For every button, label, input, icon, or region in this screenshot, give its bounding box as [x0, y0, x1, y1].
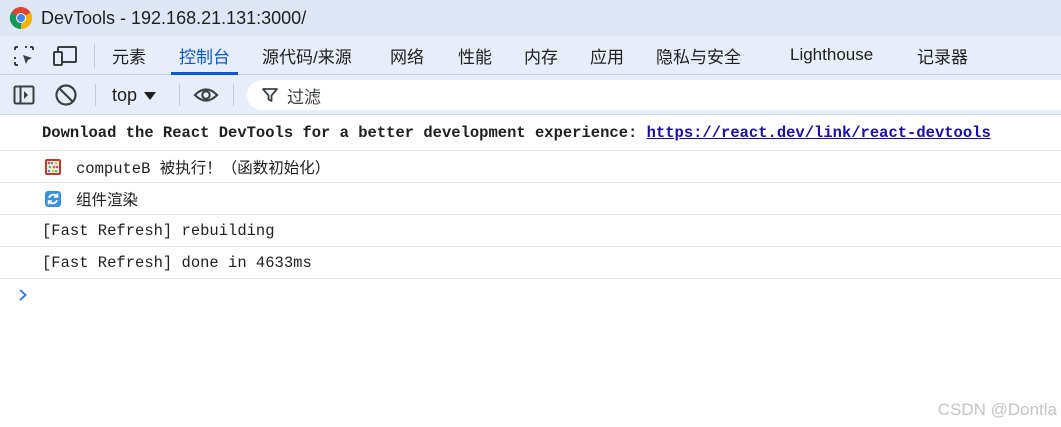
toolbar-divider — [94, 44, 95, 68]
console-message-text: computeB 被执行！（函数初始化） — [76, 159, 331, 178]
refresh-emoji-icon — [45, 190, 61, 207]
console-message-text: [Fast Refresh] rebuilding — [42, 221, 275, 240]
filter-funnel-icon — [262, 88, 278, 102]
window-title: DevTools - 192.168.21.131:3000/ — [41, 7, 307, 28]
console-message: [Fast Refresh] done in 4633ms — [0, 247, 1061, 279]
tab-privacy-security[interactable]: 隐私与安全 — [656, 36, 741, 74]
filter-input[interactable]: 过滤 — [247, 80, 1061, 110]
chrome-logo-icon — [9, 6, 33, 29]
sidebar-toggle-icon[interactable] — [11, 83, 37, 107]
console-message: Download the React DevTools for a better… — [0, 116, 1061, 151]
inspect-element-icon[interactable] — [11, 44, 37, 68]
tab-console[interactable]: 控制台 — [171, 36, 238, 75]
tab-sources[interactable]: 源代码/来源 — [262, 36, 352, 74]
clear-console-icon[interactable] — [53, 83, 79, 107]
console-message-text: Download the React DevTools for a better… — [42, 124, 991, 142]
abacus-emoji-icon — [45, 158, 61, 175]
tab-lighthouse[interactable]: Lighthouse — [790, 36, 873, 74]
toolbar-divider — [95, 84, 96, 106]
console-messages: Download the React DevTools for a better… — [0, 116, 1061, 301]
console-message: [Fast Refresh] rebuilding — [0, 215, 1061, 247]
devtools-tab-bar: 元素 控制台 源代码/来源 网络 性能 内存 应用 隐私与安全 Lighthou… — [0, 36, 1061, 75]
tab-application[interactable]: 应用 — [590, 36, 624, 74]
tab-performance[interactable]: 性能 — [458, 36, 492, 74]
watermark: CSDN @Dontla — [937, 400, 1057, 419]
tab-recorder[interactable]: 记录器 — [917, 36, 968, 74]
console-toolbar: top 过滤 — [0, 75, 1061, 115]
tab-network[interactable]: 网络 — [390, 36, 424, 74]
toolbar-divider — [233, 84, 234, 106]
filter-placeholder: 过滤 — [287, 87, 321, 107]
react-devtools-link[interactable]: https://react.dev/link/react-devtools — [647, 124, 991, 142]
console-prompt-chevron-icon[interactable] — [16, 288, 30, 302]
live-expression-eye-icon[interactable] — [193, 83, 219, 107]
context-selector[interactable]: top — [112, 83, 157, 107]
window-title-bar: DevTools - 192.168.21.131:3000/ — [0, 0, 1061, 36]
console-message-text: 组件渲染 — [76, 191, 139, 210]
caret-down-icon — [144, 92, 157, 100]
context-selector-label: top — [112, 84, 138, 105]
console-message: computeB 被执行！（函数初始化） — [0, 151, 1061, 183]
tab-memory[interactable]: 内存 — [524, 36, 558, 74]
console-message: 组件渲染 — [0, 183, 1061, 215]
toolbar-divider — [179, 84, 180, 106]
message-prefix: Download the React DevTools for a better… — [42, 124, 647, 142]
tab-elements[interactable]: 元素 — [112, 36, 146, 74]
device-toolbar-icon[interactable] — [52, 44, 78, 68]
console-message-text: [Fast Refresh] done in 4633ms — [42, 253, 312, 272]
